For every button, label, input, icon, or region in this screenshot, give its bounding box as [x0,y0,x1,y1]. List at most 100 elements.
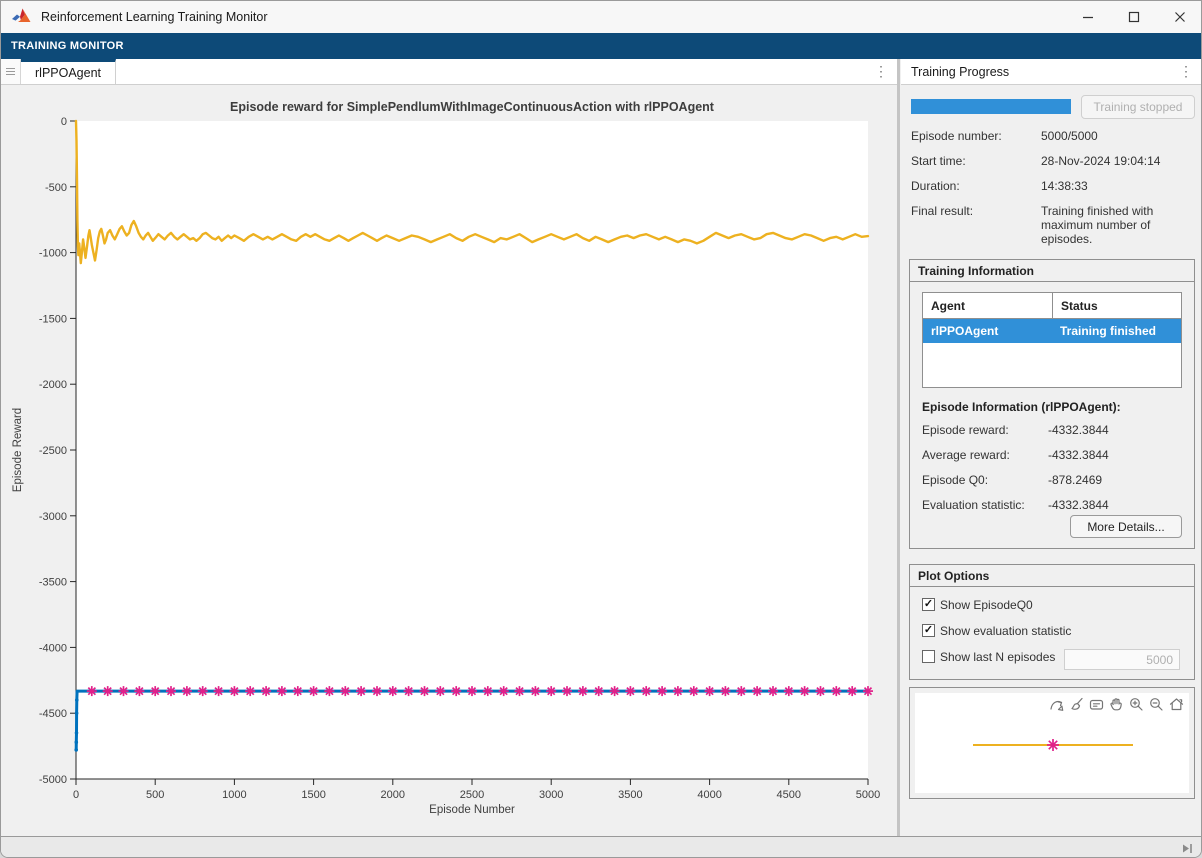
collapse-panel-icon[interactable] [1180,841,1195,856]
svg-text:0: 0 [61,116,67,128]
panel-overflow-menu-icon[interactable]: ⋮ [1179,63,1193,80]
training-progress-panel: Training stopped Episode number:5000/500… [901,85,1202,836]
progress-field-value: 14:38:33 [1041,179,1195,193]
figure-overflow-menu-icon[interactable]: ⋮ [874,59,888,84]
svg-text:1500: 1500 [301,789,325,801]
progress-fields: Episode number:5000/5000Start time:28-No… [911,129,1195,257]
maximize-button[interactable] [1111,1,1157,33]
progress-field-label: Duration: [911,179,1041,193]
zoom-in-icon[interactable] [1128,696,1145,713]
checkbox-label: Show last N episodes [940,650,1055,664]
agent-table-row[interactable]: rlPPOAgentTraining finished [923,319,1181,343]
progress-row: Training stopped [911,93,1195,121]
training-progress-bar [911,99,1071,114]
status-cell: Training finished [1052,319,1181,343]
progress-field-row: Duration:14:38:33 [911,179,1195,193]
status-bar [1,836,1202,858]
svg-text:5000: 5000 [856,789,880,801]
training-information-box: Training Information AgentStatus rlPPOAg… [909,259,1195,549]
svg-text:Episode Reward: Episode Reward [12,408,24,492]
checkbox-label: Show evaluation statistic [940,624,1071,638]
minimize-button[interactable] [1065,1,1111,33]
checkbox-label: Show EpisodeQ0 [940,598,1033,612]
progress-field-row: Start time:28-Nov-2024 19:04:14 [911,154,1195,168]
panel-divider[interactable] [897,59,900,836]
episode-information-fields: Episode reward:-4332.3844Average reward:… [922,423,1184,523]
checkbox-show-evaluation-statistic[interactable]: ✓ Show evaluation statistic [922,622,1194,639]
agent-cell: rlPPOAgent [923,319,1052,343]
axes-toolbar [1048,696,1185,713]
training-progress-header: Training Progress ⋮ [901,59,1202,85]
episode-field-label: Evaluation statistic: [922,498,1048,512]
more-details-button[interactable]: More Details... [1070,515,1182,538]
plot-options-title: Plot Options [910,565,1194,587]
svg-text:2500: 2500 [460,789,484,801]
column-header-agent: Agent [923,293,1052,318]
restore-view-icon[interactable] [1168,696,1185,713]
checkbox-show-episodeq0[interactable]: ✓ Show EpisodeQ0 [922,596,1194,613]
episode-reward-chart: 0-500-1000-1500-2000-2500-3000-3500-4000… [1,85,897,836]
matlab-logo-icon [11,7,33,27]
episode-field-label: Episode reward: [922,423,1048,437]
checkbox-box[interactable] [922,650,935,663]
tab-grip-handle[interactable] [1,59,21,84]
progress-field-row: Final result:Training finished with maxi… [911,204,1195,246]
pan-icon[interactable] [1108,696,1125,713]
svg-text:0: 0 [73,789,79,801]
svg-text:-1000: -1000 [39,248,67,260]
training-progress-fill [911,99,1071,114]
progress-field-value: 28-Nov-2024 19:04:14 [1041,154,1195,168]
figure-area: 0-500-1000-1500-2000-2500-3000-3500-4000… [1,85,897,836]
svg-text:Episode reward for SimplePendl: Episode reward for SimplePendlumWithImag… [230,100,715,114]
training-progress-title: Training Progress [911,65,1009,79]
column-header-status: Status [1052,293,1181,318]
toolstrip: TRAINING MONITOR [1,33,1202,59]
episode-field-label: Average reward: [922,448,1048,462]
overview-plot-box [909,687,1195,799]
progress-field-row: Episode number:5000/5000 [911,129,1195,143]
datatips-icon[interactable] [1088,696,1105,713]
episode-field-value: -4332.3844 [1048,498,1184,512]
progress-field-value: 5000/5000 [1041,129,1195,143]
episode-field-value: -4332.3844 [1048,423,1184,437]
svg-text:4000: 4000 [697,789,721,801]
progress-field-label: Episode number: [911,129,1041,143]
checkbox-box[interactable]: ✓ [922,624,935,637]
last-n-episodes-input[interactable] [1064,649,1180,670]
svg-text:2000: 2000 [381,789,405,801]
brush-icon[interactable] [1068,696,1085,713]
progress-field-value: Training finished with maximum number of… [1041,204,1195,246]
agent-table-body: rlPPOAgentTraining finished [923,319,1181,343]
svg-text:500: 500 [146,789,164,801]
svg-text:1000: 1000 [222,789,246,801]
episode-field-label: Episode Q0: [922,473,1048,487]
stop-training-button[interactable]: Training stopped [1081,95,1195,119]
tab-training-monitor[interactable]: TRAINING MONITOR [1,40,134,52]
episode-field-value: -878.2469 [1048,473,1184,487]
episode-information-title: Episode Information (rlPPOAgent): [922,400,1121,414]
svg-text:-500: -500 [45,182,67,194]
svg-text:Episode Number: Episode Number [429,804,515,816]
episode-field-row: Episode Q0:-878.2469 [922,473,1184,487]
episode-field-row: Evaluation statistic:-4332.3844 [922,498,1184,512]
training-information-title: Training Information [910,260,1194,282]
svg-text:-4000: -4000 [39,642,67,654]
svg-text:3000: 3000 [539,789,563,801]
svg-text:-2000: -2000 [39,379,67,391]
agent-table-header: AgentStatus [923,293,1181,319]
document-tab-bar: rlPPOAgent ⋮ [1,59,898,85]
tab-rlppoagent[interactable]: rlPPOAgent [21,59,116,84]
export-icon[interactable] [1048,696,1065,713]
plot-options-box: Plot Options ✓ Show EpisodeQ0 ✓ Show evalua… [909,564,1195,680]
svg-text:-5000: -5000 [39,774,67,786]
zoom-out-icon[interactable] [1148,696,1165,713]
progress-field-label: Start time: [911,154,1041,168]
checkbox-box[interactable]: ✓ [922,598,935,611]
episode-field-row: Average reward:-4332.3844 [922,448,1184,462]
svg-text:-4500: -4500 [39,708,67,720]
progress-field-label: Final result: [911,204,1041,246]
close-button[interactable] [1157,1,1202,33]
svg-text:-3500: -3500 [39,577,67,589]
episode-field-value: -4332.3844 [1048,448,1184,462]
title-bar: Reinforcement Learning Training Monitor [1,1,1202,33]
